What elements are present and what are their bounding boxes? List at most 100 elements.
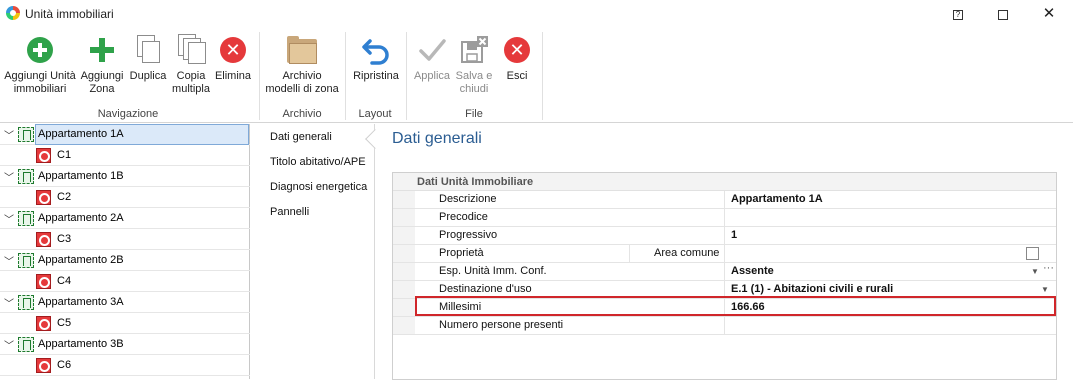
grid-row: Esp. Unità Imm. Conf. Assente ▼ ···	[393, 260, 1056, 281]
tree-item-zone[interactable]: C2	[0, 187, 250, 208]
zone-models-archive-button[interactable]: Archivio modelli di zona	[264, 34, 340, 96]
ribbon: Aggiungi Unità immobiliari Aggiungi Zona…	[0, 28, 1073, 123]
add-zone-label-1: Aggiungi	[80, 70, 124, 82]
app-logo-icon	[6, 6, 20, 20]
property-grid: Dati Unità Immobiliare Descrizione Appar…	[392, 172, 1057, 380]
property-field[interactable]	[727, 245, 1056, 262]
close-button[interactable]: ✕	[1027, 2, 1071, 26]
tree-item-label: Appartamento 1A	[35, 124, 249, 145]
tree-item-zone[interactable]: C3	[0, 229, 250, 250]
tree-item-unit[interactable]: ﹀ Appartamento 2A	[0, 208, 250, 229]
tree-item-label: C2	[57, 191, 72, 203]
group-label-layout: Layout	[358, 108, 392, 120]
progressive-field[interactable]: 1	[727, 227, 1056, 244]
group-label-file: File	[465, 108, 483, 120]
page-title: Dati generali	[392, 130, 482, 147]
building-icon	[18, 295, 34, 310]
add-units-label-2: immobiliari	[13, 83, 67, 95]
plus-icon	[86, 34, 118, 66]
add-units-button[interactable]: Aggiungi Unità immobiliari	[4, 34, 76, 96]
field-label: Destinazione d'uso	[415, 281, 725, 298]
add-units-label-1: Aggiungi Unità	[4, 70, 76, 82]
tree-item-zone[interactable]: C4	[0, 271, 250, 292]
section-nav: Dati generali Titolo abitativo/APE Diagn…	[251, 124, 385, 379]
exit-button[interactable]: ✕ Esci	[498, 34, 536, 83]
chevron-down-icon[interactable]: ▼	[1041, 281, 1049, 298]
zone-icon	[36, 232, 51, 247]
content-panel: Dati generali Dati Unità Immobiliare Des…	[376, 124, 1073, 380]
restore-button[interactable]: Ripristina	[350, 34, 402, 83]
tree-item-zone[interactable]: C6	[0, 355, 250, 376]
apply-button[interactable]: Applica	[411, 34, 453, 83]
field-label: Millesimi	[415, 299, 725, 316]
millesimi-field[interactable]: 166.66	[727, 299, 1056, 316]
delete-button[interactable]: ✕ Elimina	[214, 34, 252, 83]
tree-item-label: C4	[57, 275, 72, 287]
chevron-down-icon[interactable]: ﹀	[4, 337, 14, 352]
nav-item-dati-generali[interactable]: Dati generali	[270, 131, 332, 143]
maximize-button[interactable]	[981, 2, 1025, 26]
building-icon	[18, 169, 34, 184]
chevron-down-icon[interactable]: ﹀	[4, 253, 14, 268]
exposure-select[interactable]: Assente	[727, 263, 1056, 280]
description-field[interactable]: Appartamento 1A	[727, 191, 1056, 208]
grid-row: Destinazione d'uso E.1 (1) - Abitazioni …	[393, 281, 1056, 299]
chevron-down-icon[interactable]: ﹀	[4, 211, 14, 226]
group-separator	[345, 32, 346, 120]
group-separator	[542, 32, 543, 120]
duplicate-button[interactable]: Duplica	[128, 34, 168, 83]
tree-item-zone[interactable]: C1	[0, 145, 250, 166]
zone-icon	[36, 148, 51, 163]
chevron-down-icon[interactable]: ﹀	[4, 127, 14, 142]
help-button[interactable]: ?	[936, 2, 980, 26]
zone-icon	[36, 358, 51, 373]
copy-multiple-button[interactable]: Copia multipla	[170, 34, 212, 96]
tree-item-label: C5	[57, 317, 72, 329]
destination-select[interactable]: E.1 (1) - Abitazioni civili e rurali	[727, 281, 1056, 298]
tree-item-unit[interactable]: ﹀ Appartamento 3B	[0, 334, 250, 355]
tree-item-label: Appartamento 3A	[38, 296, 124, 308]
save-close-label-1: Salva e	[455, 70, 493, 82]
group-separator	[406, 32, 407, 120]
copy-multiple-label-1: Copia	[176, 70, 206, 82]
chevron-down-icon[interactable]: ﹀	[4, 169, 14, 184]
tree-item-label: Appartamento 3B	[38, 338, 124, 350]
tree-item-unit[interactable]: ﹀ Appartamento 2B	[0, 250, 250, 271]
precode-field[interactable]	[727, 209, 1056, 226]
ellipsis-icon[interactable]: ···	[1043, 260, 1054, 277]
exit-label: Esci	[506, 70, 528, 82]
tree-item-label: C3	[57, 233, 72, 245]
field-label: Esp. Unità Imm. Conf.	[415, 263, 725, 280]
nav-item-titolo-abitativo[interactable]: Titolo abitativo/APE	[270, 156, 366, 168]
units-tree: ﹀ Appartamento 1A C1 ﹀ Appartamento 1B C…	[0, 124, 250, 379]
zone-icon	[36, 274, 51, 289]
tree-item-unit[interactable]: ﹀ Appartamento 1B	[0, 166, 250, 187]
save-close-button[interactable]: Salva e chiudi	[454, 34, 494, 96]
common-area-checkbox[interactable]	[1026, 247, 1039, 260]
persons-field[interactable]	[727, 317, 1056, 334]
chevron-down-icon[interactable]: ▼	[1031, 263, 1039, 280]
grid-row: Descrizione Appartamento 1A	[393, 191, 1056, 209]
tree-item-label: Appartamento 1B	[38, 170, 124, 182]
building-icon	[18, 211, 34, 226]
group-label-archivio: Archivio	[282, 108, 322, 120]
duplicate-label: Duplica	[129, 70, 167, 82]
grid-row: Progressivo 1	[393, 227, 1056, 245]
restore-label: Ripristina	[353, 70, 399, 82]
nav-item-diagnosi-energetica[interactable]: Diagnosi energetica	[270, 181, 367, 193]
grid-row: Precodice	[393, 209, 1056, 227]
group-label-navigazione: Navigazione	[97, 108, 159, 120]
zone-icon	[36, 190, 51, 205]
save-close-label-2: chiudi	[459, 83, 489, 95]
chevron-down-icon[interactable]: ﹀	[4, 295, 14, 310]
tree-item-unit[interactable]: ﹀ Appartamento 3A	[0, 292, 250, 313]
add-zone-button[interactable]: Aggiungi Zona	[79, 34, 125, 96]
tree-item-unit[interactable]: ﹀ Appartamento 1A	[0, 124, 250, 145]
tree-item-zone[interactable]: C5	[0, 313, 250, 334]
add-circle-icon	[24, 34, 56, 66]
archive-label-1: Archivio	[282, 70, 322, 82]
tree-item-label: Appartamento 2A	[38, 212, 124, 224]
nav-item-pannelli[interactable]: Pannelli	[270, 206, 309, 218]
group-separator	[259, 32, 260, 120]
folder-icon	[286, 34, 318, 66]
